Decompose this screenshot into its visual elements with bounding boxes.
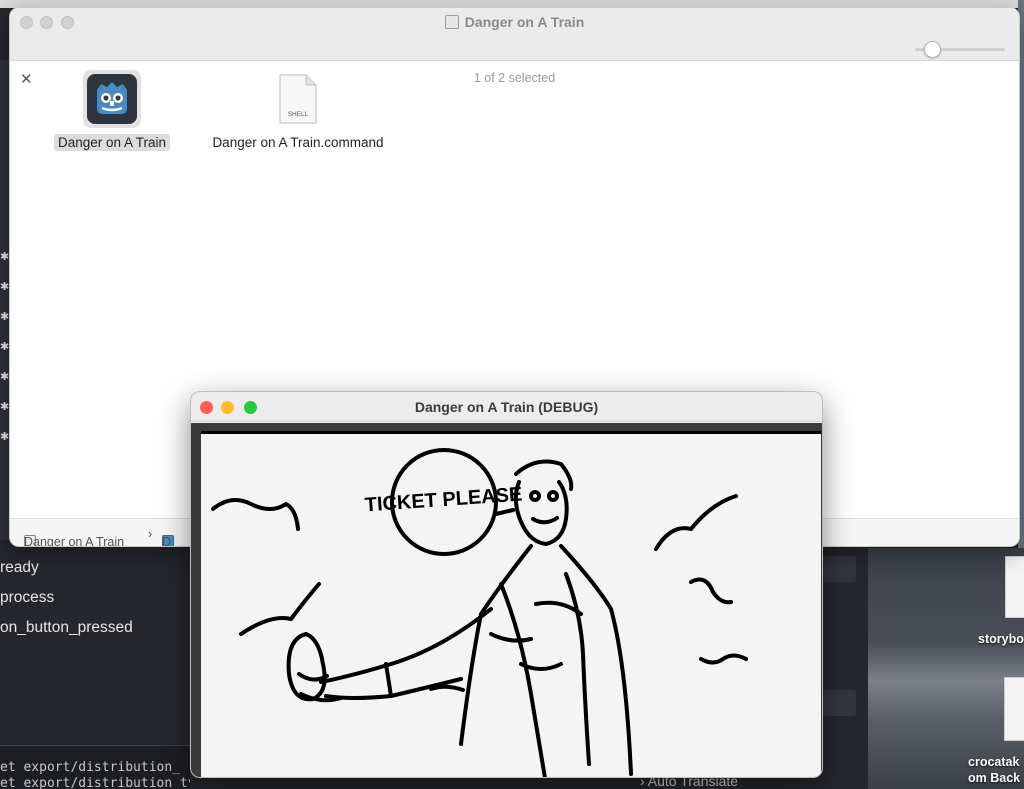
file-item-command[interactable]: SHELL Danger on A Train.command	[198, 74, 398, 152]
method-item[interactable]: process	[0, 586, 133, 616]
window-title: Danger on A Train	[10, 14, 1019, 30]
finder-titlebar: Danger on A Train	[10, 8, 1019, 38]
game-viewport[interactable]: TICKET PLEASE	[191, 423, 822, 777]
game-canvas[interactable]: TICKET PLEASE	[201, 431, 821, 777]
desktop-file-label[interactable]: storybo	[978, 632, 1024, 646]
method-item[interactable]: on_button_pressed	[0, 616, 133, 646]
desktop-wallpaper	[868, 548, 1024, 789]
path-separator: ›	[148, 527, 153, 541]
file-name[interactable]: Danger on A Train	[53, 134, 171, 151]
desktop-file-label[interactable]: crocatak om Back	[968, 754, 1020, 786]
gear-icon[interactable]: ✱	[0, 310, 9, 323]
icon-size-slider-thumb[interactable]	[924, 41, 941, 58]
shell-badge: SHELL	[288, 111, 309, 118]
quick-look-toolbar: ✕ 1 of 2 selected	[10, 38, 1019, 87]
file-item-app[interactable]: Danger on A Train	[50, 70, 174, 152]
script-method-list: ready process on_button_pressed	[0, 556, 133, 646]
gear-icon[interactable]: ✱	[0, 430, 9, 443]
desktop-file-thumbnail[interactable]	[1005, 556, 1024, 618]
shell-script-icon[interactable]: SHELL	[278, 74, 318, 124]
code-line: et export/distribution_	[0, 760, 181, 775]
window-title: Danger on A Train (DEBUG)	[414, 399, 599, 415]
debug-game-window: Danger on A Train (DEBUG) TICKET PLEASE	[190, 391, 823, 778]
method-item[interactable]: ready	[0, 556, 133, 586]
gear-icon[interactable]: ✱	[0, 370, 9, 383]
debug-titlebar: Danger on A Train (DEBUG)	[191, 392, 822, 422]
code-line: et export/distribution_type	[0, 776, 190, 789]
folder-icon	[444, 15, 459, 29]
desktop-file-thumbnail[interactable]	[1004, 677, 1024, 741]
gear-icon[interactable]: ✱	[0, 280, 9, 293]
gear-icon[interactable]: ✱	[0, 400, 9, 413]
godot-app-icon[interactable]	[83, 70, 141, 128]
ticket-inspector-sketch: TICKET PLEASE	[211, 448, 748, 777]
gear-icon[interactable]: ✱	[0, 340, 9, 353]
code-editor-snippet: et export/distribution_ et export/distri…	[0, 745, 190, 789]
gear-icon[interactable]: ✱	[0, 250, 9, 263]
file-name[interactable]: Danger on A Train.command	[208, 134, 387, 151]
